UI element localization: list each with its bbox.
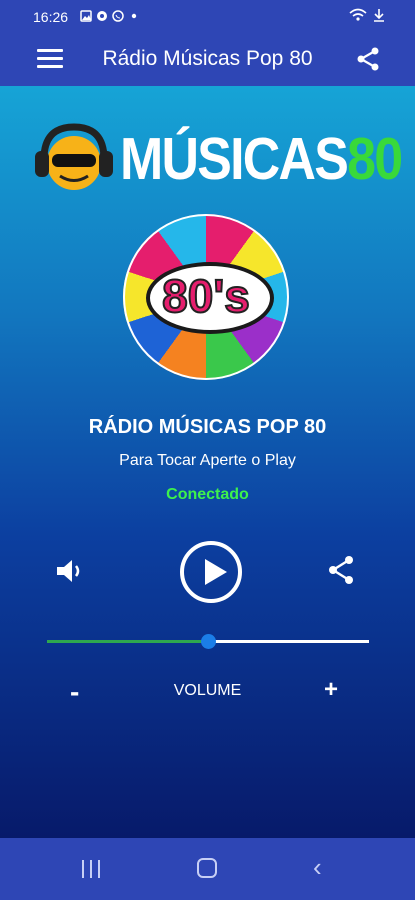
share-icon[interactable] bbox=[355, 46, 381, 72]
volume-up-button[interactable]: + bbox=[324, 676, 338, 704]
slider-fill bbox=[47, 640, 208, 643]
download-icon bbox=[374, 9, 384, 22]
app-title: Rádio Músicas Pop 80 bbox=[102, 47, 313, 70]
steam-icon bbox=[97, 11, 107, 21]
player-share-icon[interactable] bbox=[325, 554, 357, 586]
logo-text: MÚSICAS80 bbox=[120, 125, 403, 193]
album-art-disc: 80's bbox=[123, 214, 289, 380]
dot-icon bbox=[131, 13, 137, 19]
gallery-icon bbox=[80, 10, 92, 22]
back-icon[interactable]: ‹ bbox=[313, 852, 322, 883]
status-time: 16:26 bbox=[33, 9, 69, 25]
app-bar: Rádio Músicas Pop 80 bbox=[0, 34, 415, 86]
slider-thumb[interactable] bbox=[201, 634, 216, 649]
whatsapp-icon bbox=[112, 10, 124, 22]
status-right-icons bbox=[349, 8, 385, 22]
station-name: RÁDIO MÚSICAS POP 80 bbox=[88, 416, 327, 438]
notification-icons bbox=[80, 10, 140, 22]
wifi-icon bbox=[349, 8, 367, 21]
smiley-headphones-icon bbox=[35, 123, 113, 190]
system-nav-bar: ‹ bbox=[0, 838, 415, 900]
player-screen: MÚSICAS80 80's RÁDIO MÚSICAS POP 80 Para… bbox=[0, 86, 415, 838]
logo-text-main: MÚSICAS bbox=[120, 126, 349, 192]
volume-slider[interactable] bbox=[47, 634, 369, 650]
status-bar: 16:26 bbox=[0, 0, 415, 34]
app-logo: MÚSICAS80 bbox=[32, 121, 403, 196]
play-instruction: Para Tocar Aperte o Play bbox=[119, 452, 296, 469]
play-button[interactable] bbox=[180, 541, 242, 603]
recent-apps-icon[interactable] bbox=[82, 860, 100, 878]
connection-status: Conectado bbox=[166, 486, 249, 503]
volume-label: VOLUME bbox=[173, 682, 242, 699]
home-icon[interactable] bbox=[197, 858, 217, 878]
logo-text-accent: 80 bbox=[347, 126, 403, 192]
volume-icon[interactable] bbox=[54, 555, 86, 587]
disc-label: 80's bbox=[161, 269, 251, 323]
